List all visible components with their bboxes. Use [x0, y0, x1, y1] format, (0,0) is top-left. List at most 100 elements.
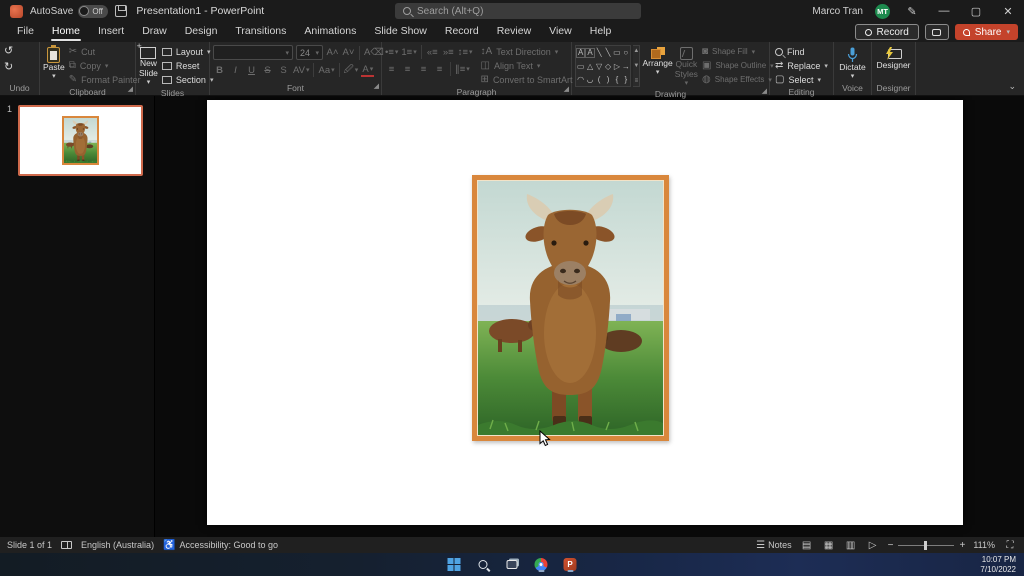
tab-draw[interactable]: Draw — [133, 22, 176, 42]
powerpoint-app-icon[interactable] — [10, 4, 23, 18]
tab-record[interactable]: Record — [436, 22, 488, 42]
zoom-level[interactable]: 111% — [973, 540, 995, 550]
shape-outline-button[interactable]: ▣ Shape Outline ▾ — [700, 59, 774, 72]
align-right-button[interactable]: ≡ — [417, 62, 430, 76]
tab-help[interactable]: Help — [581, 22, 621, 42]
bullets-button[interactable]: •≡ ▾ — [385, 45, 398, 59]
tab-home[interactable]: Home — [43, 22, 89, 42]
tab-animations[interactable]: Animations — [295, 22, 365, 42]
zoom-in-button[interactable]: + — [959, 540, 965, 551]
slideshow-view-button[interactable]: ▷ — [866, 540, 880, 551]
start-button[interactable] — [447, 557, 462, 572]
accessibility-status[interactable]: ♿ Accessibility: Good to go — [163, 540, 278, 551]
quick-styles-button[interactable]: Quick Styles ▾ — [675, 45, 698, 88]
tab-insert[interactable]: Insert — [89, 22, 133, 42]
spellcheck-book-icon[interactable] — [61, 541, 73, 549]
dialog-launcher-icon[interactable]: ◢ — [564, 84, 569, 96]
find-button[interactable]: Find — [773, 45, 830, 58]
shape-icon[interactable]: ╲ — [606, 49, 611, 57]
record-button[interactable]: Record — [854, 24, 919, 40]
line-spacing-button[interactable]: ↕≡ ▾ — [458, 45, 473, 59]
text-shadow-button[interactable]: S — [277, 63, 290, 77]
select-button[interactable]: ▢ Select ▾ — [773, 73, 830, 86]
slide-sorter-view-button[interactable]: ▦ — [822, 540, 836, 551]
dialog-launcher-icon[interactable]: ◢ — [374, 81, 379, 93]
slide-indicator[interactable]: Slide 1 of 1 — [7, 540, 52, 550]
copy-button[interactable]: ⧉ Copy ▾ — [67, 59, 143, 72]
shape-gallery-scrollbar[interactable]: ▲ ▼ ≡ — [633, 45, 641, 87]
align-center-button[interactable]: ≡ — [401, 62, 414, 76]
justify-button[interactable]: ≡ — [433, 62, 446, 76]
shape-effects-button[interactable]: ◍ Shape Effects ▾ — [700, 73, 772, 86]
slide-thumbnail[interactable] — [18, 105, 143, 176]
search-input[interactable]: Search (Alt+Q) — [395, 3, 641, 19]
zoom-track[interactable] — [898, 540, 955, 550]
minimize-button[interactable]: — — [934, 5, 954, 17]
shape-icon[interactable]: → — [622, 62, 630, 71]
font-color-button[interactable]: A ▾ — [361, 63, 375, 77]
chrome-taskbar-button[interactable] — [534, 557, 549, 572]
tab-slide-show[interactable]: Slide Show — [365, 22, 436, 42]
tab-transitions[interactable]: Transitions — [226, 22, 295, 42]
designer-button[interactable]: Designer — [876, 45, 911, 71]
replace-button[interactable]: ⇄ Replace ▾ — [773, 59, 830, 72]
shape-icon[interactable]: ▭ — [577, 62, 585, 71]
bold-button[interactable]: B — [213, 63, 226, 77]
tab-file[interactable]: File — [8, 22, 43, 42]
comments-button[interactable] — [924, 24, 949, 40]
align-left-button[interactable]: ≡ — [385, 62, 398, 76]
pencil-icon[interactable]: ✎ — [902, 5, 922, 18]
paste-button[interactable]: Paste ▾ — [43, 45, 65, 81]
shape-gallery[interactable]: A A ╲ ╲ ▭ ○ ▭ △ ▽ ◇ ▷ → ◠ ◡ ( ) { } — [575, 45, 632, 87]
autosave-toggle[interactable]: Off — [78, 4, 109, 18]
tab-review[interactable]: Review — [488, 22, 540, 42]
shape-icon[interactable]: ▭ — [613, 49, 621, 57]
shape-icon[interactable]: ( — [598, 75, 601, 84]
share-button[interactable]: Share ▾ — [954, 24, 1018, 40]
shape-icon[interactable]: ╲ — [597, 49, 602, 57]
avatar[interactable]: MT — [875, 3, 890, 19]
shape-icon[interactable]: ▽ — [596, 62, 602, 71]
numbering-button[interactable]: 1≡ ▾ — [401, 45, 416, 59]
task-view-button[interactable] — [505, 557, 520, 572]
highlight-color-button[interactable]: 🖉 ▾ — [344, 63, 359, 77]
cow-picture[interactable] — [472, 175, 669, 441]
new-slide-button[interactable]: New Slide ▾ — [136, 41, 157, 87]
dialog-launcher-icon[interactable]: ◢ — [762, 86, 767, 98]
tab-view[interactable]: View — [540, 22, 581, 42]
shape-icon[interactable]: △ — [587, 62, 593, 71]
change-case-button[interactable]: Aa ▾ — [318, 63, 334, 77]
redo-button[interactable]: ↻ — [4, 60, 13, 73]
shape-icon[interactable]: ◡ — [587, 75, 594, 84]
italic-button[interactable]: I — [229, 63, 242, 77]
taskbar-search-button[interactable] — [476, 557, 491, 572]
cut-button[interactable]: ✂ Cut — [67, 45, 143, 58]
shape-icon[interactable]: } — [624, 75, 627, 84]
powerpoint-taskbar-button[interactable]: P — [563, 557, 578, 572]
shape-icon[interactable]: ) — [607, 75, 610, 84]
increase-indent-button[interactable]: »≡ — [442, 45, 455, 59]
notes-button[interactable]: ☰ Notes — [756, 540, 791, 551]
layout-button[interactable]: Layout ▾ — [160, 45, 216, 58]
strikethrough-button[interactable]: S — [261, 63, 274, 77]
decrease-indent-button[interactable]: «≡ — [426, 45, 439, 59]
close-button[interactable]: ✕ — [998, 5, 1018, 18]
align-text-button[interactable]: ◫ Align Text ▾ — [479, 59, 582, 72]
language-status[interactable]: English (Australia) — [81, 540, 154, 550]
reset-button[interactable]: Reset — [160, 59, 216, 72]
shape-icon[interactable]: A — [576, 48, 586, 59]
grow-font-button[interactable]: A˄ — [326, 46, 339, 60]
collapse-ribbon-chevron-icon[interactable]: ⌄ — [1008, 81, 1016, 92]
columns-button[interactable]: ∥≡ ▾ — [455, 62, 470, 76]
zoom-thumb[interactable] — [924, 540, 928, 550]
shape-icon[interactable]: A — [585, 48, 595, 59]
tab-design[interactable]: Design — [176, 22, 227, 42]
dictate-button[interactable]: Dictate ▾ — [837, 45, 868, 81]
dialog-launcher-icon[interactable]: ◢ — [128, 84, 133, 96]
shrink-font-button[interactable]: A˅ — [342, 46, 355, 60]
shape-icon[interactable]: ◠ — [577, 75, 584, 84]
fit-slide-button[interactable]: ⛶ — [1003, 540, 1017, 551]
restore-button[interactable]: ▢ — [966, 5, 986, 18]
shape-icon[interactable]: ◇ — [605, 62, 611, 71]
font-size-combo[interactable]: 24 ▾ — [296, 45, 323, 60]
